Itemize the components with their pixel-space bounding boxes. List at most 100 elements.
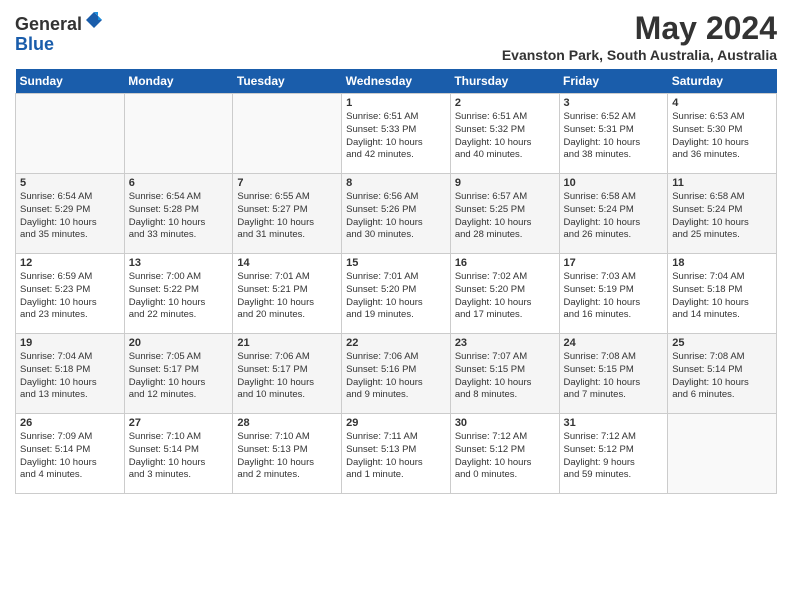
calendar-cell: 23 Sunrise: 7:07 AM Sunset: 5:15 PM Dayli…	[450, 334, 559, 414]
day-number: 19	[20, 337, 120, 349]
day-info: Sunrise: 7:01 AM Sunset: 5:21 PM Dayligh…	[237, 271, 337, 322]
day-number: 22	[346, 337, 446, 349]
day-number: 26	[20, 417, 120, 429]
day-info: Sunrise: 6:54 AM Sunset: 5:28 PM Dayligh…	[129, 191, 229, 242]
day-number: 13	[129, 257, 229, 269]
day-info: Sunrise: 7:12 AM Sunset: 5:12 PM Dayligh…	[564, 431, 664, 482]
day-info: Sunrise: 7:04 AM Sunset: 5:18 PM Dayligh…	[672, 271, 772, 322]
calendar-cell: 25 Sunrise: 7:08 AM Sunset: 5:14 PM Dayli…	[668, 334, 777, 414]
calendar-cell: 10 Sunrise: 6:58 AM Sunset: 5:24 PM Dayli…	[559, 174, 668, 254]
calendar-cell: 17 Sunrise: 7:03 AM Sunset: 5:19 PM Dayli…	[559, 254, 668, 334]
day-info: Sunrise: 7:10 AM Sunset: 5:14 PM Dayligh…	[129, 431, 229, 482]
main-title: May 2024	[502, 10, 777, 47]
day-number: 27	[129, 417, 229, 429]
calendar-week-5: 26 Sunrise: 7:09 AM Sunset: 5:14 PM Dayli…	[16, 414, 777, 494]
day-number: 20	[129, 337, 229, 349]
day-info: Sunrise: 6:56 AM Sunset: 5:26 PM Dayligh…	[346, 191, 446, 242]
day-info: Sunrise: 7:04 AM Sunset: 5:18 PM Dayligh…	[20, 351, 120, 402]
calendar-cell	[124, 94, 233, 174]
calendar-cell: 21 Sunrise: 7:06 AM Sunset: 5:17 PM Dayli…	[233, 334, 342, 414]
day-info: Sunrise: 7:00 AM Sunset: 5:22 PM Dayligh…	[129, 271, 229, 322]
calendar-cell: 12 Sunrise: 6:59 AM Sunset: 5:23 PM Dayli…	[16, 254, 125, 334]
calendar-cell	[668, 414, 777, 494]
calendar-cell: 4 Sunrise: 6:53 AM Sunset: 5:30 PM Daylig…	[668, 94, 777, 174]
header-row: SundayMondayTuesdayWednesdayThursdayFrid…	[16, 69, 777, 94]
calendar-cell: 2Sunrise: 6:51 AM Sunset: 5:32 PM Daylig…	[450, 94, 559, 174]
day-number: 12	[20, 257, 120, 269]
day-number: 28	[237, 417, 337, 429]
calendar-cell: 20 Sunrise: 7:05 AM Sunset: 5:17 PM Dayli…	[124, 334, 233, 414]
header-cell-tuesday: Tuesday	[233, 69, 342, 94]
day-number: 10	[564, 177, 664, 189]
calendar-cell: 16 Sunrise: 7:02 AM Sunset: 5:20 PM Dayli…	[450, 254, 559, 334]
day-number: 9	[455, 177, 555, 189]
calendar-week-1: 1Sunrise: 6:51 AM Sunset: 5:33 PM Daylig…	[16, 94, 777, 174]
calendar-week-4: 19 Sunrise: 7:04 AM Sunset: 5:18 PM Dayli…	[16, 334, 777, 414]
day-info: Sunrise: 6:58 AM Sunset: 5:24 PM Dayligh…	[672, 191, 772, 242]
logo-general: General	[15, 14, 82, 34]
header-cell-friday: Friday	[559, 69, 668, 94]
calendar-cell: 18 Sunrise: 7:04 AM Sunset: 5:18 PM Dayli…	[668, 254, 777, 334]
calendar-cell: 13 Sunrise: 7:00 AM Sunset: 5:22 PM Dayli…	[124, 254, 233, 334]
day-info: Sunrise: 7:06 AM Sunset: 5:17 PM Dayligh…	[237, 351, 337, 402]
day-number: 3	[564, 97, 664, 109]
calendar-cell: 8 Sunrise: 6:56 AM Sunset: 5:26 PM Daylig…	[342, 174, 451, 254]
day-info: Sunrise: 7:08 AM Sunset: 5:14 PM Dayligh…	[672, 351, 772, 402]
day-number: 16	[455, 257, 555, 269]
day-number: 24	[564, 337, 664, 349]
calendar-cell: 9 Sunrise: 6:57 AM Sunset: 5:25 PM Daylig…	[450, 174, 559, 254]
day-info: Sunrise: 7:03 AM Sunset: 5:19 PM Dayligh…	[564, 271, 664, 322]
calendar-cell: 29 Sunrise: 7:11 AM Sunset: 5:13 PM Dayli…	[342, 414, 451, 494]
day-number: 29	[346, 417, 446, 429]
calendar-cell: 5Sunrise: 6:54 AM Sunset: 5:29 PM Daylig…	[16, 174, 125, 254]
header-cell-saturday: Saturday	[668, 69, 777, 94]
day-info: Sunrise: 7:07 AM Sunset: 5:15 PM Dayligh…	[455, 351, 555, 402]
day-info: Sunrise: 6:57 AM Sunset: 5:25 PM Dayligh…	[455, 191, 555, 242]
day-info: Sunrise: 7:01 AM Sunset: 5:20 PM Dayligh…	[346, 271, 446, 322]
day-info: Sunrise: 7:11 AM Sunset: 5:13 PM Dayligh…	[346, 431, 446, 482]
calendar-cell	[233, 94, 342, 174]
day-info: Sunrise: 7:09 AM Sunset: 5:14 PM Dayligh…	[20, 431, 120, 482]
header-cell-monday: Monday	[124, 69, 233, 94]
day-number: 15	[346, 257, 446, 269]
day-info: Sunrise: 7:05 AM Sunset: 5:17 PM Dayligh…	[129, 351, 229, 402]
calendar-cell: 11 Sunrise: 6:58 AM Sunset: 5:24 PM Dayli…	[668, 174, 777, 254]
logo-blue: Blue	[15, 34, 54, 54]
title-block: May 2024 Evanston Park, South Australia,…	[502, 10, 777, 63]
day-info: Sunrise: 6:55 AM Sunset: 5:27 PM Dayligh…	[237, 191, 337, 242]
calendar-cell: 30Sunrise: 7:12 AM Sunset: 5:12 PM Dayli…	[450, 414, 559, 494]
day-info: Sunrise: 7:12 AM Sunset: 5:12 PM Dayligh…	[455, 431, 555, 482]
day-number: 25	[672, 337, 772, 349]
day-number: 7	[237, 177, 337, 189]
page-header: General Blue May 2024 Evanston Park, Sou…	[15, 10, 777, 63]
calendar-cell: 15 Sunrise: 7:01 AM Sunset: 5:20 PM Dayli…	[342, 254, 451, 334]
calendar-week-2: 5Sunrise: 6:54 AM Sunset: 5:29 PM Daylig…	[16, 174, 777, 254]
calendar-week-3: 12 Sunrise: 6:59 AM Sunset: 5:23 PM Dayli…	[16, 254, 777, 334]
day-number: 1	[346, 97, 446, 109]
day-number: 23	[455, 337, 555, 349]
day-info: Sunrise: 6:53 AM Sunset: 5:30 PM Dayligh…	[672, 111, 772, 162]
calendar-cell: 19 Sunrise: 7:04 AM Sunset: 5:18 PM Dayli…	[16, 334, 125, 414]
calendar-cell: 26 Sunrise: 7:09 AM Sunset: 5:14 PM Dayli…	[16, 414, 125, 494]
subtitle: Evanston Park, South Australia, Australi…	[502, 47, 777, 63]
day-info: Sunrise: 7:02 AM Sunset: 5:20 PM Dayligh…	[455, 271, 555, 322]
day-info: Sunrise: 6:58 AM Sunset: 5:24 PM Dayligh…	[564, 191, 664, 242]
calendar-cell: 6 Sunrise: 6:54 AM Sunset: 5:28 PM Daylig…	[124, 174, 233, 254]
calendar-cell: 1Sunrise: 6:51 AM Sunset: 5:33 PM Daylig…	[342, 94, 451, 174]
calendar-cell: 28 Sunrise: 7:10 AM Sunset: 5:13 PM Dayli…	[233, 414, 342, 494]
day-number: 6	[129, 177, 229, 189]
day-info: Sunrise: 6:54 AM Sunset: 5:29 PM Dayligh…	[20, 191, 120, 242]
day-number: 8	[346, 177, 446, 189]
day-number: 21	[237, 337, 337, 349]
day-number: 17	[564, 257, 664, 269]
day-info: Sunrise: 6:59 AM Sunset: 5:23 PM Dayligh…	[20, 271, 120, 322]
logo: General Blue	[15, 10, 104, 55]
header-cell-thursday: Thursday	[450, 69, 559, 94]
header-cell-wednesday: Wednesday	[342, 69, 451, 94]
day-number: 4	[672, 97, 772, 109]
day-info: Sunrise: 7:10 AM Sunset: 5:13 PM Dayligh…	[237, 431, 337, 482]
calendar-cell: 24Sunrise: 7:08 AM Sunset: 5:15 PM Dayli…	[559, 334, 668, 414]
calendar-cell	[16, 94, 125, 174]
day-number: 18	[672, 257, 772, 269]
day-number: 11	[672, 177, 772, 189]
